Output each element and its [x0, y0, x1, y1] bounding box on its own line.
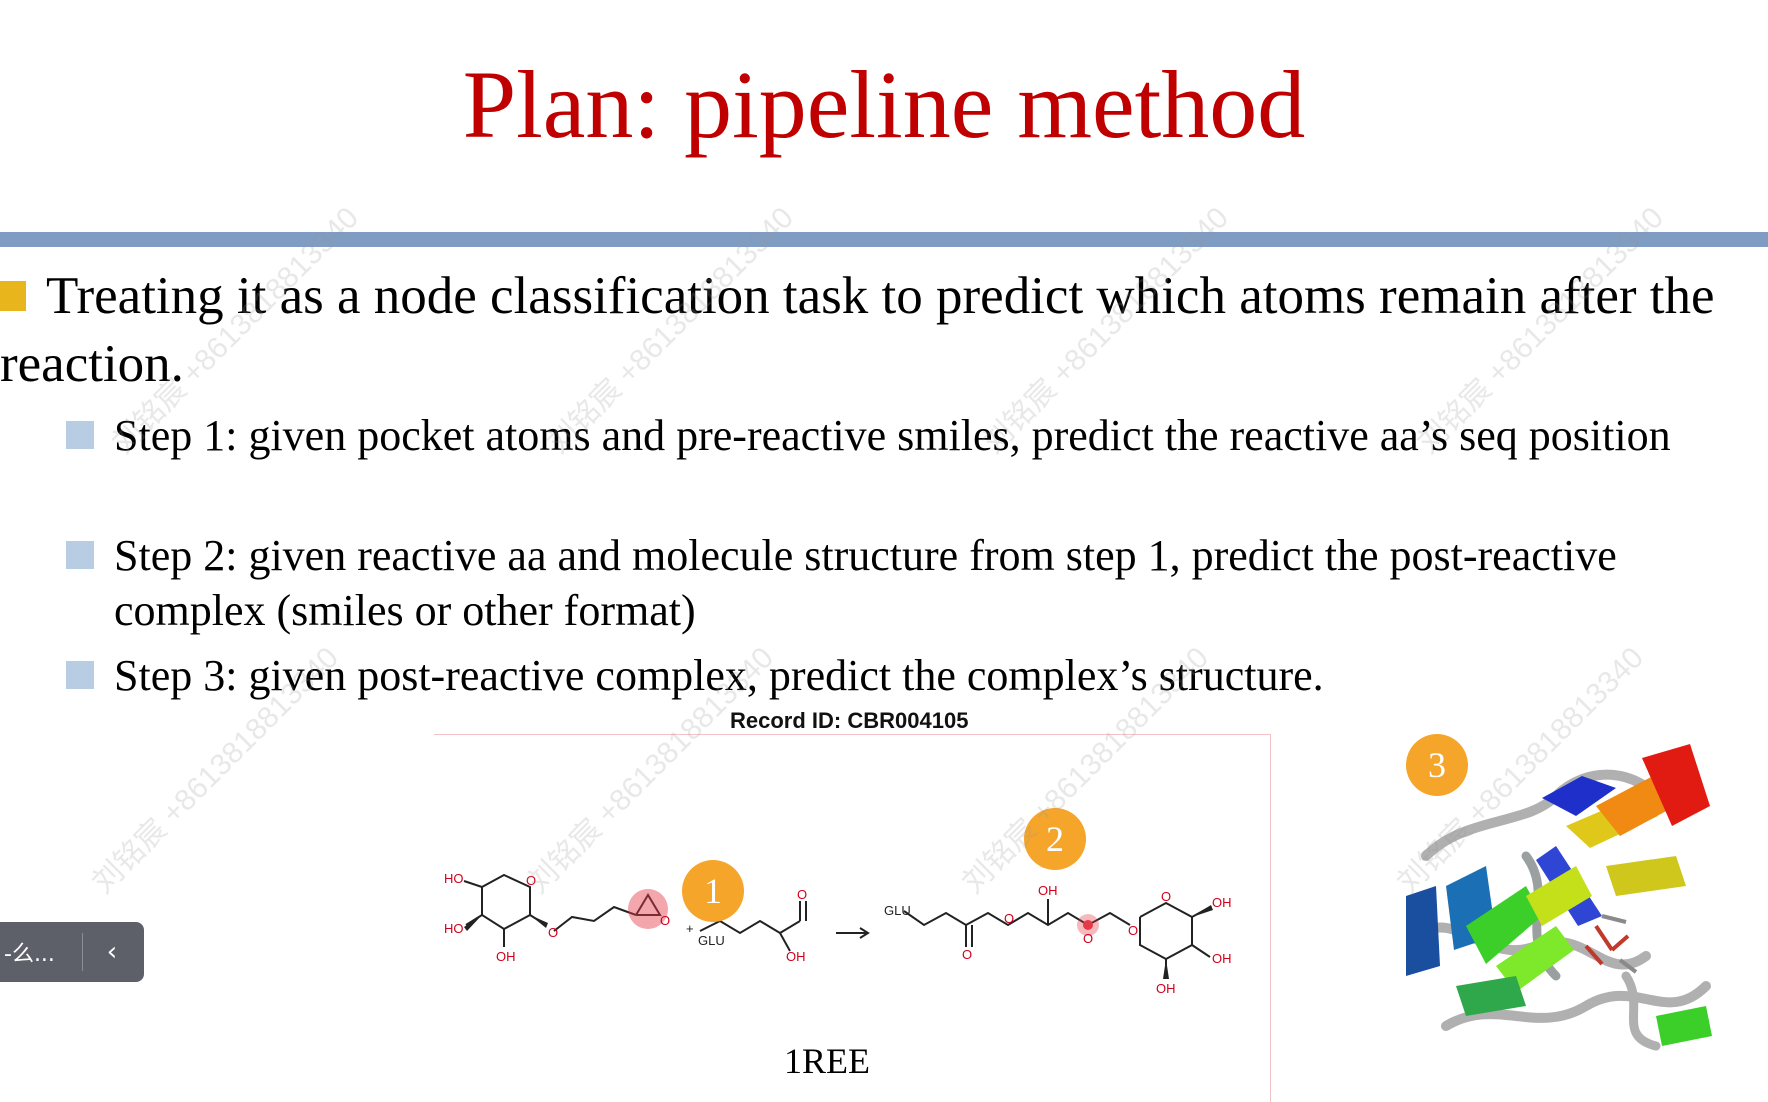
label-glu: GLU	[884, 903, 911, 918]
label-oh: OH	[496, 949, 516, 964]
label-oh: OH	[786, 949, 806, 964]
floating-toolbar: -么... ‹	[0, 922, 144, 982]
step-badge-3: 3	[1406, 734, 1468, 796]
step-1-text: Step 1: given pocket atoms and pre-react…	[114, 411, 1671, 460]
toolbar-text[interactable]: -么...	[0, 936, 82, 968]
main-bullet: Treating it as a node classification tas…	[0, 262, 1740, 398]
label-plus: +	[686, 921, 694, 936]
label-o: O	[660, 913, 670, 928]
label-o: O	[1128, 923, 1138, 938]
step-badge-1: 1	[682, 860, 744, 922]
label-o: O	[962, 947, 972, 962]
record-id: Record ID: CBR004105	[730, 708, 969, 733]
bullet-square-icon	[0, 281, 26, 311]
label-o: O	[1004, 911, 1014, 926]
step-2: Step 2: given reactive aa and molecule s…	[66, 528, 1716, 638]
label-o: O	[1161, 889, 1171, 904]
step-2-text: Step 2: given reactive aa and molecule s…	[114, 531, 1617, 635]
label-glu: GLU	[698, 933, 725, 948]
label-oh: OH	[1212, 951, 1232, 966]
step-badge-2: 2	[1024, 808, 1086, 870]
label-o: O	[548, 925, 558, 940]
label-ho: HO	[444, 921, 464, 936]
step-3: Step 3: given post-reactive complex, pre…	[66, 648, 1716, 703]
label-ho: HO	[444, 871, 464, 886]
label-oh: OH	[1212, 895, 1232, 910]
chevron-left-icon[interactable]: ‹	[83, 937, 141, 967]
slide: Plan: pipeline method Treating it as a n…	[0, 0, 1768, 1102]
title-divider	[0, 232, 1768, 247]
pdb-label: 1REE	[784, 1041, 870, 1081]
step-1: Step 1: given pocket atoms and pre-react…	[66, 408, 1716, 463]
label-o: O	[1083, 931, 1093, 946]
label-o: O	[526, 873, 536, 888]
label-oh: OH	[1156, 981, 1176, 996]
main-bullet-text: Treating it as a node classification tas…	[0, 267, 1715, 393]
label-o: O	[797, 887, 807, 902]
slide-title: Plan: pipeline method	[462, 51, 1306, 158]
label-oh: OH	[1038, 883, 1058, 898]
step-3-text: Step 3: given post-reactive complex, pre…	[114, 651, 1324, 700]
